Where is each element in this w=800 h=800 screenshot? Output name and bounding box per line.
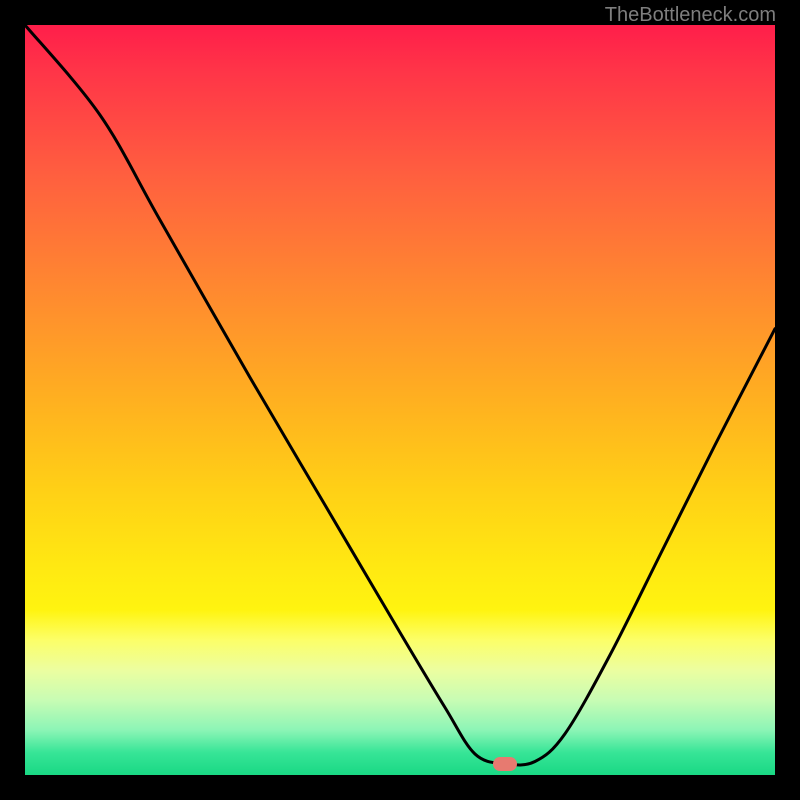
bottleneck-curve [25, 25, 775, 775]
watermark-text: TheBottleneck.com [605, 4, 776, 27]
optimal-point-marker [493, 757, 517, 771]
